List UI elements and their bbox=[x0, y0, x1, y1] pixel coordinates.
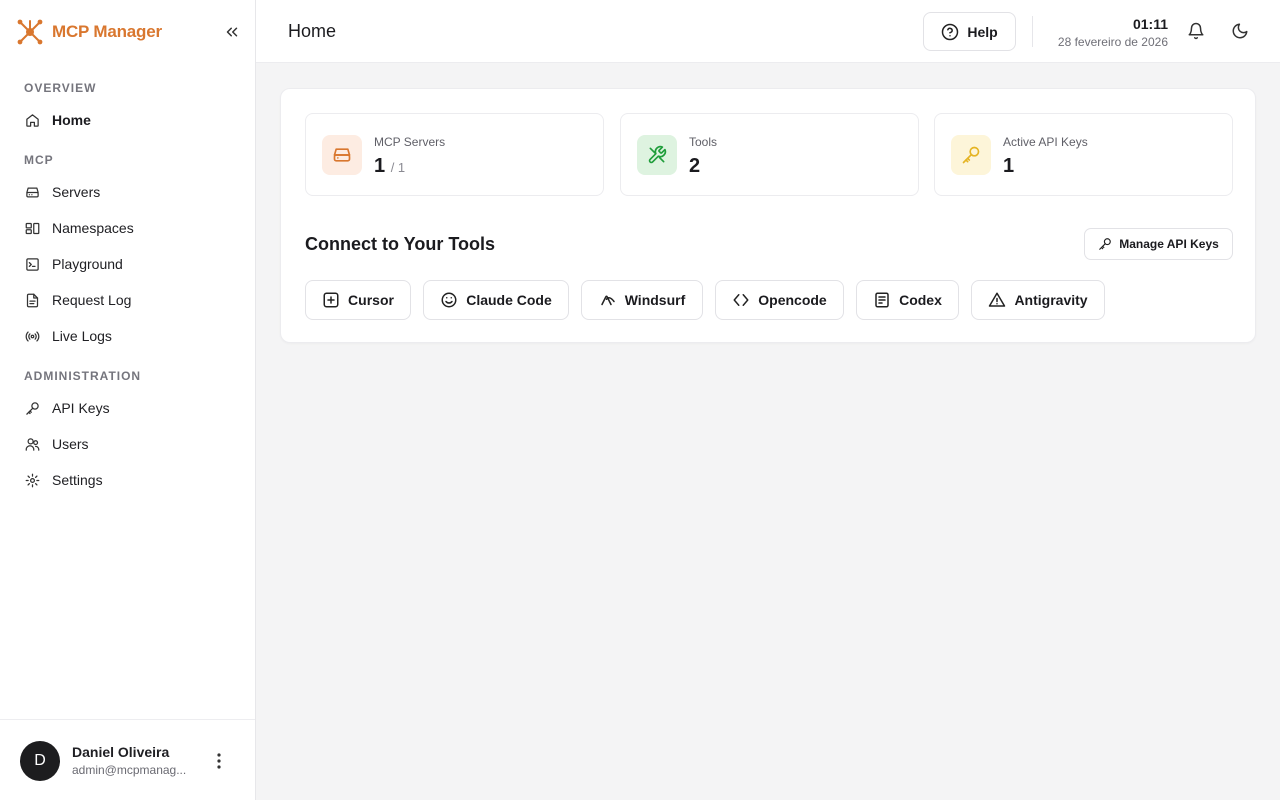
sidebar-item-label: Users bbox=[52, 436, 89, 452]
sidebar-item-users[interactable]: Users bbox=[16, 428, 240, 460]
sidebar-item-playground[interactable]: Playground bbox=[16, 248, 240, 280]
stat-sub: / 1 bbox=[390, 160, 406, 175]
bell-icon bbox=[1188, 22, 1204, 40]
wave-icon bbox=[599, 291, 617, 309]
stat-label: Active API Keys bbox=[1003, 135, 1088, 149]
help-label: Help bbox=[967, 23, 998, 40]
manage-api-keys-button[interactable]: Manage API Keys bbox=[1084, 228, 1233, 260]
avatar: D bbox=[20, 741, 60, 781]
key-icon bbox=[24, 400, 40, 416]
dashboard-card: MCP Servers 1 / 1 Tools 2 Active API Key… bbox=[280, 88, 1256, 343]
moon-icon bbox=[1232, 23, 1248, 39]
sidebar-item-live-logs[interactable]: Live Logs bbox=[16, 320, 240, 352]
sidebar-item-home[interactable]: Home bbox=[16, 104, 240, 136]
brand-name: MCP Manager bbox=[52, 22, 162, 41]
terminal-icon bbox=[24, 256, 40, 272]
chevrons-left-icon bbox=[226, 27, 238, 37]
divider bbox=[1032, 16, 1033, 47]
sidebar-item-label: Namespaces bbox=[52, 220, 134, 236]
radio-icon bbox=[24, 328, 40, 344]
section-title-overview: OVERVIEW bbox=[24, 81, 97, 95]
home-icon bbox=[24, 112, 40, 128]
connect-windsurf-button[interactable]: Windsurf bbox=[581, 280, 703, 320]
key-icon bbox=[1099, 238, 1112, 250]
gear-icon bbox=[24, 472, 40, 488]
sidebar-item-label: Settings bbox=[52, 472, 103, 488]
help-button[interactable]: Help bbox=[923, 12, 1016, 51]
user-email: admin@mcpmanag... bbox=[72, 763, 187, 777]
smile-icon bbox=[440, 291, 458, 309]
user-menu-button[interactable] bbox=[209, 749, 229, 773]
triangle-alert-icon bbox=[988, 291, 1006, 309]
tools-icon bbox=[637, 135, 677, 175]
help-circle-icon bbox=[942, 23, 959, 40]
tool-label: Codex bbox=[899, 292, 942, 308]
stat-card-tools[interactable]: Tools 2 bbox=[620, 113, 919, 196]
server-icon bbox=[24, 184, 40, 200]
collapse-sidebar-button[interactable] bbox=[220, 20, 244, 44]
page-title: Home bbox=[288, 21, 337, 41]
sidebar-item-label: Request Log bbox=[52, 292, 132, 308]
document-icon bbox=[873, 291, 891, 309]
namespaces-icon bbox=[24, 220, 40, 236]
stat-value: 2 bbox=[689, 155, 701, 177]
file-icon bbox=[24, 292, 40, 308]
user-profile[interactable]: D Daniel Oliveira admin@mcpmanag... bbox=[0, 719, 255, 800]
code-icon bbox=[732, 291, 750, 309]
tool-label: Cursor bbox=[348, 292, 394, 308]
more-vertical-icon bbox=[217, 753, 221, 769]
sidebar-item-label: Servers bbox=[52, 184, 101, 200]
stat-value: 1 / 1 bbox=[374, 155, 405, 178]
sidebar-item-label: Playground bbox=[52, 256, 123, 272]
theme-toggle-button[interactable] bbox=[1229, 20, 1251, 42]
topbar: Home Help 01:11 28 fevereiro de 2026 bbox=[256, 0, 1280, 63]
sidebar: MCP Manager OVERVIEW Home MCP Servers Na… bbox=[0, 0, 256, 800]
sidebar-item-request-log[interactable]: Request Log bbox=[16, 284, 240, 316]
plus-square-icon bbox=[322, 291, 340, 309]
tool-label: Claude Code bbox=[466, 292, 552, 308]
users-icon bbox=[24, 436, 40, 452]
connect-cursor-button[interactable]: Cursor bbox=[305, 280, 411, 320]
stat-value: 1 bbox=[1003, 155, 1015, 177]
sidebar-item-api-keys[interactable]: API Keys bbox=[16, 392, 240, 424]
section-title-mcp: MCP bbox=[24, 153, 54, 167]
server-icon bbox=[322, 135, 362, 175]
sidebar-item-servers[interactable]: Servers bbox=[16, 176, 240, 208]
user-name: Daniel Oliveira bbox=[72, 744, 170, 760]
connect-codex-button[interactable]: Codex bbox=[856, 280, 959, 320]
connect-title: Connect to Your Tools bbox=[305, 234, 495, 254]
tool-label: Antigravity bbox=[1014, 292, 1088, 308]
manage-api-keys-label: Manage API Keys bbox=[1119, 237, 1219, 251]
sidebar-item-label: Home bbox=[52, 112, 91, 128]
stat-label: Tools bbox=[689, 135, 718, 149]
sidebar-item-namespaces[interactable]: Namespaces bbox=[16, 212, 240, 244]
section-title-administration: ADMINISTRATION bbox=[24, 369, 142, 383]
sidebar-item-label: API Keys bbox=[52, 400, 110, 416]
connect-antigravity-button[interactable]: Antigravity bbox=[971, 280, 1105, 320]
sidebar-item-settings[interactable]: Settings bbox=[16, 464, 240, 496]
key-icon bbox=[951, 135, 991, 175]
notifications-button[interactable] bbox=[1185, 20, 1207, 42]
connect-claude-code-button[interactable]: Claude Code bbox=[423, 280, 569, 320]
tool-label: Windsurf bbox=[624, 292, 686, 308]
sidebar-item-label: Live Logs bbox=[52, 328, 112, 344]
tool-label: Opencode bbox=[758, 292, 827, 308]
stat-number: 1 bbox=[374, 155, 386, 177]
connect-opencode-button[interactable]: Opencode bbox=[715, 280, 844, 320]
clock-time: 01:11 bbox=[1132, 16, 1168, 32]
stat-card-active-api-keys[interactable]: Active API Keys 1 bbox=[934, 113, 1233, 196]
stat-label: MCP Servers bbox=[374, 135, 446, 149]
brand[interactable]: MCP Manager bbox=[16, 16, 162, 48]
brand-logo-icon bbox=[17, 19, 43, 45]
stat-card-mcp-servers[interactable]: MCP Servers 1 / 1 bbox=[305, 113, 604, 196]
clock-date: 28 fevereiro de 2026 bbox=[1057, 35, 1168, 49]
